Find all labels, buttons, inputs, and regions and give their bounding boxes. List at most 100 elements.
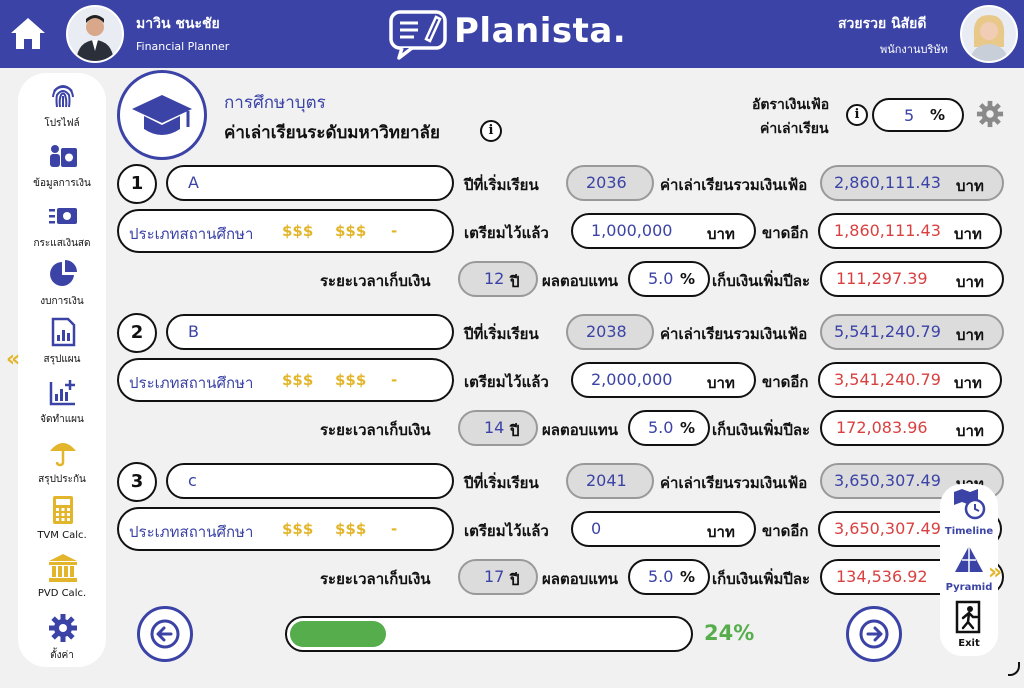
planner-avatar[interactable] bbox=[66, 5, 124, 63]
price-level-dash[interactable]: - bbox=[391, 222, 397, 240]
inflation-rate-value: 5 bbox=[904, 106, 915, 125]
start-year-field: 2038 bbox=[566, 314, 654, 350]
total-cost-label: ค่าเล่าเรียนรวมเงินเฟ้อ bbox=[660, 474, 808, 492]
total-cost-label: ค่าเล่าเรียนรวมเงินเฟ้อ bbox=[660, 325, 808, 343]
total-cost-field: 5,541,240.79 บาท bbox=[820, 314, 1004, 350]
shortfall-value: 3,541,240.79 bbox=[834, 370, 941, 389]
prepared-amount-input[interactable]: 1,000,000 บาท bbox=[571, 213, 756, 249]
annual-saving-label: เก็บเงินเพิ่มปีละ bbox=[712, 421, 811, 439]
saving-period-field: 17 ปี bbox=[458, 559, 538, 595]
percent-unit: % bbox=[680, 568, 696, 586]
price-level-b[interactable]: $$$ bbox=[335, 371, 366, 389]
sidebar-label: ตั้งค่า bbox=[50, 650, 74, 661]
person-avatar-icon bbox=[76, 15, 114, 61]
expand-panel-button[interactable]: » bbox=[988, 560, 1002, 585]
school-type-label: ประเภทสถานศึกษา bbox=[129, 225, 254, 243]
client-avatar[interactable] bbox=[960, 5, 1018, 63]
inflation-label: อัตราเงินเฟ้อ bbox=[752, 97, 830, 113]
timeline-label: Timeline bbox=[944, 526, 994, 537]
graduation-cap-icon bbox=[117, 70, 207, 160]
price-level-a[interactable]: $$$ bbox=[282, 371, 313, 389]
bank-icon bbox=[49, 554, 77, 582]
calculator-icon bbox=[53, 496, 73, 524]
sidebar-item-cashflow[interactable]: กระแสเงินสด bbox=[18, 199, 106, 257]
return-rate-value: 5.0 bbox=[648, 567, 674, 586]
baht-unit: บาท bbox=[956, 326, 984, 344]
previous-button[interactable] bbox=[137, 606, 193, 662]
info-icon[interactable]: i bbox=[480, 120, 502, 142]
school-type-select[interactable]: ประเภทสถานศึกษา $$$ $$$ - bbox=[117, 507, 454, 551]
money-person-icon bbox=[50, 145, 77, 167]
annual-saving-field: 111,297.39 บาท bbox=[820, 261, 1004, 297]
price-level-b[interactable]: $$$ bbox=[335, 222, 366, 240]
saving-period-value: 17 bbox=[484, 567, 505, 586]
sidebar-label: งบการเงิน bbox=[40, 296, 84, 307]
percent-unit: % bbox=[680, 270, 696, 288]
saving-period-value: 14 bbox=[484, 418, 505, 437]
progress-bar bbox=[285, 616, 693, 652]
timeline-icon bbox=[954, 489, 986, 520]
annual-saving-label: เก็บเงินเพิ่มปีละ bbox=[712, 272, 811, 290]
total-cost-field: 2,860,111.43 บาท bbox=[820, 165, 1004, 201]
collapse-sidebar-button[interactable]: « bbox=[6, 347, 20, 372]
sidebar-item-settings[interactable]: ตั้งค่า bbox=[18, 611, 106, 669]
sidebar-label: ข้อมูลการเงิน bbox=[33, 178, 91, 189]
next-button[interactable] bbox=[846, 606, 902, 662]
chat-pen-logo-icon bbox=[389, 10, 447, 60]
child-name-value: c bbox=[188, 471, 197, 490]
pie-chart-icon bbox=[50, 260, 77, 286]
sidebar-item-insurance[interactable]: สรุปประกัน bbox=[18, 435, 106, 493]
start-year-value: 2036 bbox=[586, 173, 627, 192]
start-year-label: ปีที่เริ่มเรียน bbox=[464, 474, 539, 492]
prepared-amount-input[interactable]: 2,000,000 บาท bbox=[571, 362, 756, 398]
child-number-badge: 2 bbox=[117, 313, 157, 353]
return-rate-input[interactable]: 5.0 % bbox=[628, 410, 710, 446]
return-rate-input[interactable]: 5.0 % bbox=[628, 261, 710, 297]
gear-icon bbox=[49, 614, 77, 642]
child-name-input[interactable]: c bbox=[166, 463, 454, 499]
price-level-b[interactable]: $$$ bbox=[335, 520, 366, 538]
sidebar-item-pvd-calc[interactable]: PVD Calc. bbox=[18, 551, 106, 609]
exit-button[interactable]: Exit bbox=[940, 598, 998, 654]
school-type-label: ประเภทสถานศึกษา bbox=[129, 523, 254, 541]
start-year-value: 2038 bbox=[586, 322, 627, 341]
fingerprint-icon bbox=[52, 85, 74, 108]
planner-name: มาวิน ชนะชัย bbox=[136, 16, 220, 32]
sidebar-item-make-plan[interactable]: จัดทำแผน bbox=[18, 375, 106, 433]
school-type-select[interactable]: ประเภทสถานศึกษา $$$ $$$ - bbox=[117, 358, 454, 402]
shortfall-value: 1,860,111.43 bbox=[834, 221, 941, 240]
sidebar-item-tvm-calc[interactable]: TVM Calc. bbox=[18, 493, 106, 551]
progress-fill bbox=[290, 621, 386, 647]
gear-icon[interactable] bbox=[976, 100, 1004, 128]
school-type-select[interactable]: ประเภทสถานศึกษา $$$ $$$ - bbox=[117, 209, 454, 253]
person-avatar-icon bbox=[970, 15, 1008, 61]
annual-saving-value: 111,297.39 bbox=[836, 269, 928, 288]
total-cost-value: 5,541,240.79 bbox=[834, 322, 941, 341]
price-level-dash[interactable]: - bbox=[391, 371, 397, 389]
child-name-input[interactable]: A bbox=[166, 165, 454, 201]
price-level-dash[interactable]: - bbox=[391, 520, 397, 538]
sidebar-item-plan-summary[interactable]: สรุปแผน bbox=[18, 315, 106, 373]
child-name-input[interactable]: B bbox=[166, 314, 454, 350]
annual-saving-value: 172,083.96 bbox=[836, 418, 928, 437]
total-cost-value: 2,860,111.43 bbox=[834, 173, 941, 192]
pyramid-icon bbox=[955, 546, 983, 572]
info-icon[interactable]: i bbox=[846, 104, 868, 126]
baht-unit: บาท bbox=[707, 225, 735, 243]
sidebar-label: TVM Calc. bbox=[37, 530, 87, 541]
price-level-a[interactable]: $$$ bbox=[282, 222, 313, 240]
saving-period-value: 12 bbox=[484, 269, 505, 288]
return-rate-input[interactable]: 5.0 % bbox=[628, 559, 710, 595]
timeline-button[interactable]: Timeline bbox=[940, 486, 998, 540]
home-icon[interactable] bbox=[8, 13, 48, 53]
brand-name: Planista. bbox=[454, 11, 627, 51]
prepared-amount-input[interactable]: 0 บาท bbox=[571, 511, 756, 547]
sidebar-item-financial-info[interactable]: ข้อมูลการเงิน bbox=[18, 139, 106, 197]
sidebar-item-profile[interactable]: โปรไฟล์ bbox=[18, 79, 106, 137]
inflation-rate-input[interactable]: 5 % bbox=[872, 98, 964, 132]
start-year-value: 2041 bbox=[586, 471, 627, 490]
price-level-a[interactable]: $$$ bbox=[282, 520, 313, 538]
sidebar-item-statement[interactable]: งบการเงิน bbox=[18, 257, 106, 315]
baht-unit: บาท bbox=[956, 422, 984, 440]
shortfall-label: ขาดอีก bbox=[762, 224, 809, 242]
